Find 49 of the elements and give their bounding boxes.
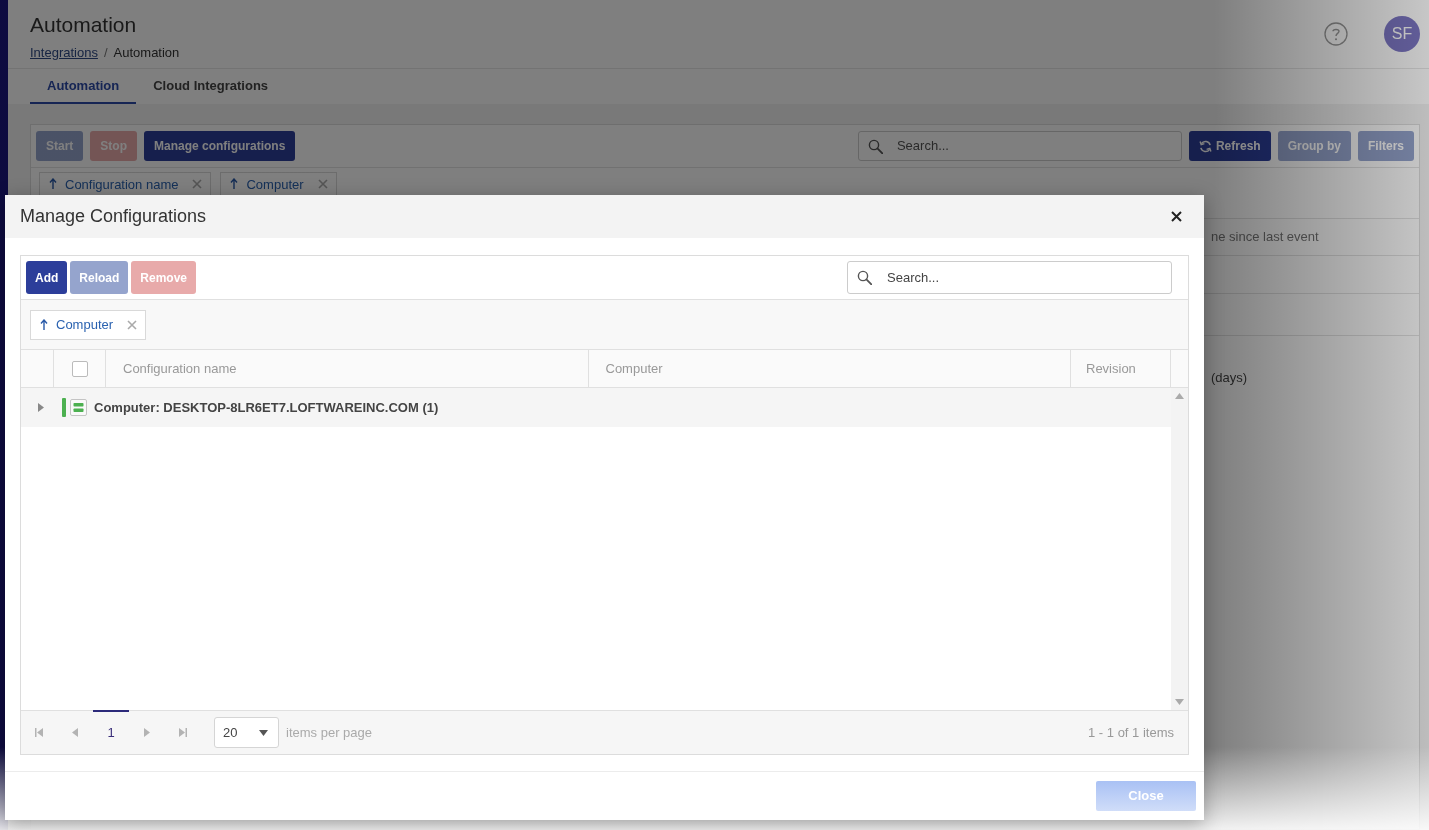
remove-icon[interactable] xyxy=(317,179,328,189)
breadcrumb-current: Automation xyxy=(113,45,180,61)
caret-down-icon xyxy=(259,729,268,736)
tab[interactable]: Cloud Integrations xyxy=(136,69,286,104)
close-icon[interactable] xyxy=(1171,211,1182,222)
user-avatar[interactable]: SF xyxy=(1384,16,1420,52)
previous-page-icon xyxy=(72,728,78,737)
first-page-icon xyxy=(35,728,43,737)
pager-summary: 1 - 1 of 1 items xyxy=(1088,723,1174,742)
toolbar-button[interactable]: Add xyxy=(26,261,68,294)
search-field[interactable]: Search... xyxy=(857,131,1182,161)
breadcrumb-link[interactable]: Integrations xyxy=(30,45,98,61)
chip-label[interactable]: Configuration name xyxy=(65,176,179,192)
column-header[interactable]: Revision xyxy=(1086,358,1136,379)
page-size-dropdown[interactable]: 20 xyxy=(214,717,279,748)
dialog-title: Manage Configurations xyxy=(20,205,207,228)
remove-icon[interactable] xyxy=(127,319,138,330)
search-placeholder: Search... xyxy=(887,268,940,287)
scroll-down-icon[interactable] xyxy=(1175,699,1184,705)
toolbar-button[interactable]: Manage configurations xyxy=(144,131,296,161)
toolbar-button[interactable]: Refresh xyxy=(1188,131,1271,161)
chip-label[interactable]: Computer xyxy=(246,176,304,192)
help-icon[interactable] xyxy=(1324,22,1348,46)
server-icon xyxy=(70,399,87,416)
chip-label[interactable]: Computer xyxy=(56,317,114,332)
select-all-checkbox[interactable] xyxy=(71,360,88,377)
column-header: ne since last event xyxy=(1211,228,1319,247)
status-indicator-icon xyxy=(62,398,66,417)
search-icon xyxy=(857,270,872,285)
remove-icon[interactable] xyxy=(192,179,203,189)
expand-arrow-icon[interactable] xyxy=(38,403,44,412)
group-row[interactable]: Computer: DESKTOP-8LR6ET7.LOFTWAREINC.COM (1) xyxy=(21,388,1171,427)
page-button[interactable]: 1 xyxy=(93,710,129,754)
search-field[interactable]: Search... xyxy=(847,261,1172,294)
group-label: Computer: DESKTOP-8LR6ET7.LOFTWAREINC.COM (1) xyxy=(94,398,439,417)
next-page-icon xyxy=(144,728,150,737)
column-header[interactable]: Computer xyxy=(605,358,663,379)
breadcrumb-separator: / xyxy=(103,45,108,61)
row-label: (days) xyxy=(1211,370,1248,385)
page-title: Automation xyxy=(30,12,138,38)
column-header[interactable]: Configuration name xyxy=(123,358,237,379)
refresh-icon xyxy=(1198,139,1212,153)
search-icon xyxy=(867,138,883,154)
scroll-up-icon[interactable] xyxy=(1175,393,1184,399)
page-size-label: items per page xyxy=(286,723,372,742)
page-size-value: 20 xyxy=(223,723,238,742)
last-page-icon xyxy=(179,728,187,737)
search-placeholder: Search... xyxy=(896,137,949,156)
scrollbar[interactable] xyxy=(1171,388,1188,710)
